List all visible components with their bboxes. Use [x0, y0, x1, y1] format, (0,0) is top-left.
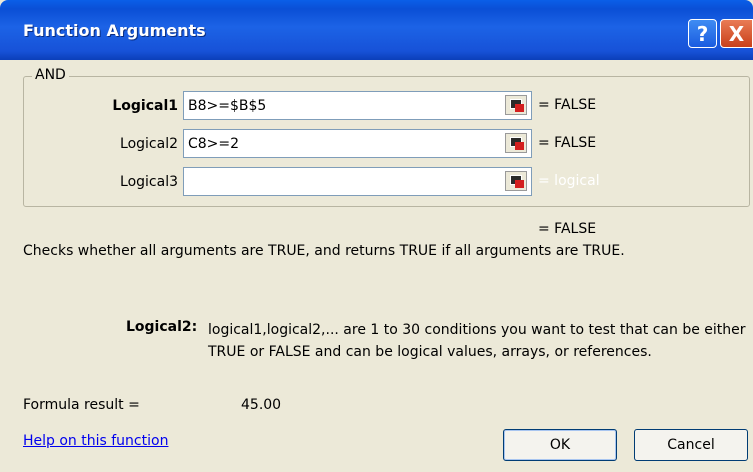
collapse-dialog-icon[interactable] [505, 133, 527, 153]
argument-label: Logical2 [120, 136, 178, 152]
help-icon[interactable]: ? [688, 19, 717, 48]
argument-result: = logical [538, 173, 600, 189]
argument-row-logical2: Logical2 = FALSE [0, 129, 753, 159]
formula-result-value: 45.00 [241, 397, 282, 413]
argument-label: Logical1 [112, 98, 178, 114]
argument-row-logical3: Logical3 = logical [0, 167, 753, 197]
cancel-button[interactable]: Cancel [634, 429, 748, 461]
help-glyph: ? [696, 21, 709, 46]
close-glyph: X [728, 21, 745, 46]
formula-result-label: Formula result = [23, 397, 140, 413]
argument-help-name: Logical2: [126, 319, 198, 335]
argument-help-text: logical1,logical2,... are 1 to 30 condit… [208, 322, 746, 360]
logical1-input[interactable] [183, 91, 532, 120]
logical3-input[interactable] [183, 167, 532, 196]
title-bar: Function Arguments ? X [0, 0, 753, 60]
overall-result: = FALSE [538, 221, 597, 237]
collapse-dialog-icon[interactable] [505, 95, 527, 115]
logical2-input[interactable] [183, 129, 532, 158]
function-name-label: AND [32, 67, 69, 83]
ok-button[interactable]: OK [503, 429, 617, 461]
help-on-function-link[interactable]: Help on this function [23, 433, 168, 449]
close-icon[interactable]: X [720, 19, 753, 48]
window-title: Function Arguments [23, 21, 206, 40]
argument-result: = FALSE [538, 135, 597, 151]
argument-label: Logical3 [120, 174, 178, 190]
argument-row-logical1: Logical1 = FALSE [0, 91, 753, 121]
collapse-dialog-icon[interactable] [505, 171, 527, 191]
argument-result: = FALSE [538, 97, 597, 113]
function-description: Checks whether all arguments are TRUE, a… [23, 243, 625, 259]
